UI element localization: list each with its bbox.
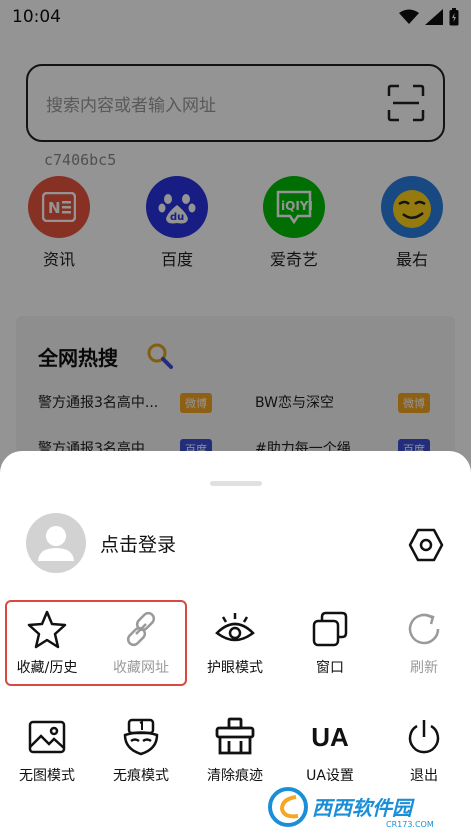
ua-icon: UA: [308, 715, 352, 759]
menu-favorites-history[interactable]: 收藏/历史: [0, 607, 94, 677]
menu-incognito-mode[interactable]: 无痕模式: [94, 715, 188, 785]
eye-icon: [213, 607, 257, 651]
menu-clear-traces[interactable]: 清除痕迹: [188, 715, 282, 785]
user-icon: [38, 526, 74, 561]
settings-button[interactable]: [406, 525, 446, 565]
menu-no-image-mode[interactable]: 无图模式: [0, 715, 94, 785]
image-icon: [25, 715, 69, 759]
refresh-icon: [402, 607, 446, 651]
windows-icon: [308, 607, 352, 651]
menu-exit[interactable]: 退出: [377, 715, 471, 785]
menu-label: 清除痕迹: [207, 768, 263, 784]
menu-label: 退出: [410, 768, 438, 784]
login-row[interactable]: 点击登录: [26, 513, 176, 573]
menu-ua-settings[interactable]: UA UA设置: [283, 715, 377, 785]
menu-windows[interactable]: 窗口: [283, 607, 377, 677]
watermark-logo: 西西软件园CR173.COM: [268, 787, 434, 829]
svg-text:CR173.COM: CR173.COM: [386, 820, 434, 829]
menu-refresh[interactable]: 刷新: [377, 607, 471, 677]
link-icon: [119, 607, 163, 651]
menu-label: 窗口: [316, 660, 344, 676]
hexagon-settings-icon: [408, 528, 444, 562]
ua-glyph: UA: [311, 721, 349, 752]
menu-bookmark-url[interactable]: 收藏网址: [94, 607, 188, 677]
drag-handle[interactable]: [210, 481, 262, 486]
power-icon: [402, 715, 446, 759]
menu-label: UA设置: [306, 768, 354, 784]
star-icon: [25, 607, 69, 651]
site-watermark: 西西软件园 CR173.COM: [268, 785, 454, 829]
menu-label: 无痕模式: [113, 768, 169, 784]
clean-icon: [213, 715, 257, 759]
svg-text:西西软件园: 西西软件园: [312, 796, 415, 820]
menu-label: 收藏/历史: [16, 660, 78, 676]
menu-label: 护眼模式: [207, 660, 263, 676]
menu-label: 刷新: [410, 660, 438, 676]
menu-bottom-sheet: 点击登录 收藏/历史 收藏网址 护眼模式 窗口 刷新 无图模式 无痕模式 清除痕…: [0, 451, 471, 837]
menu-eye-protection[interactable]: 护眼模式: [188, 607, 282, 677]
avatar[interactable]: [26, 513, 86, 573]
login-label: 点击登录: [100, 533, 177, 556]
menu-label: 收藏网址: [113, 660, 169, 676]
mask-icon: [119, 715, 163, 759]
menu-label: 无图模式: [19, 768, 75, 784]
